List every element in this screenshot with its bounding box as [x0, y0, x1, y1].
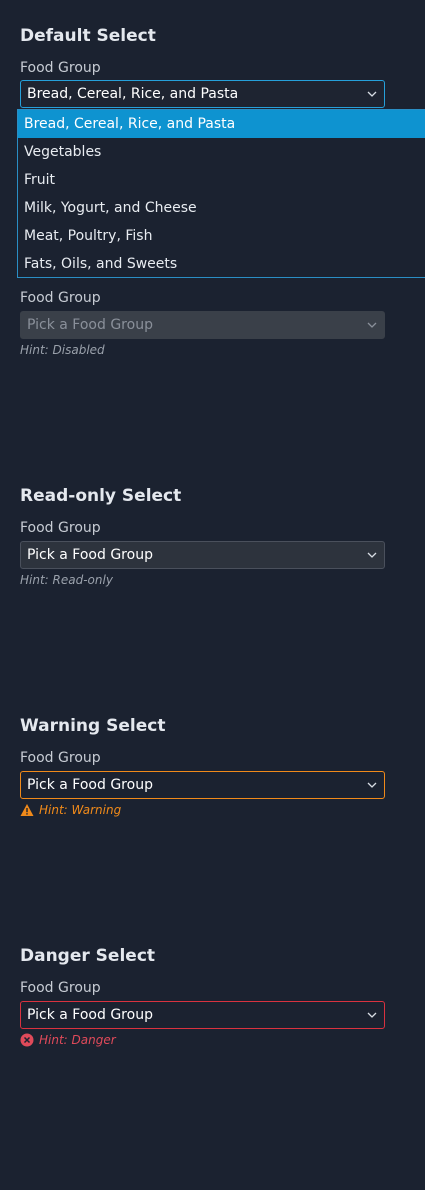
food-group-select-disabled: Pick a Food Group	[20, 311, 385, 339]
food-group-select-danger[interactable]: Pick a Food Group	[20, 1001, 385, 1029]
hint-text: Hint: Disabled	[20, 343, 105, 357]
field-label: Food Group	[20, 980, 101, 996]
select-placeholder: Pick a Food Group	[27, 1007, 153, 1023]
warning-icon	[20, 804, 34, 816]
section-title: Warning Select	[20, 716, 166, 736]
hint-text: Hint: Danger	[39, 1033, 116, 1047]
field-label: Food Group	[20, 750, 101, 766]
section-title: Danger Select	[20, 946, 156, 966]
chevron-down-icon	[367, 782, 377, 788]
select-placeholder: Pick a Food Group	[27, 777, 153, 793]
section-title: Read-only Select	[20, 486, 182, 506]
option-milk-yogurt-cheese[interactable]: Milk, Yogurt, and Cheese	[18, 194, 425, 222]
food-group-dropdown: Bread, Cereal, Rice, and Pasta Vegetable…	[17, 109, 425, 278]
field-label: Food Group	[20, 520, 101, 536]
option-bread-cereal-rice-pasta[interactable]: Bread, Cereal, Rice, and Pasta	[18, 110, 425, 138]
chevron-down-icon	[367, 91, 377, 97]
option-vegetables[interactable]: Vegetables	[18, 138, 425, 166]
field-label: Food Group	[20, 60, 101, 76]
chevron-down-icon	[367, 322, 377, 328]
option-fruit[interactable]: Fruit	[18, 166, 425, 194]
option-meat-poultry-fish[interactable]: Meat, Poultry, Fish	[18, 222, 425, 250]
hint-text: Hint: Read-only	[20, 573, 113, 587]
food-group-select-readonly[interactable]: Pick a Food Group	[20, 541, 385, 569]
option-fats-oils-sweets[interactable]: Fats, Oils, and Sweets	[18, 250, 425, 278]
select-placeholder: Pick a Food Group	[27, 547, 153, 563]
chevron-down-icon	[367, 1012, 377, 1018]
select-value: Bread, Cereal, Rice, and Pasta	[27, 86, 239, 102]
food-group-select[interactable]: Bread, Cereal, Rice, and Pasta	[20, 80, 385, 108]
field-label: Food Group	[20, 290, 101, 306]
chevron-down-icon	[367, 552, 377, 558]
section-title: Default Select	[20, 26, 156, 46]
hint-text: Hint: Warning	[39, 803, 122, 817]
food-group-select-warning[interactable]: Pick a Food Group	[20, 771, 385, 799]
select-placeholder: Pick a Food Group	[27, 317, 153, 333]
hint-danger: Hint: Danger	[20, 1033, 116, 1047]
error-icon	[20, 1033, 34, 1047]
hint-warning: Hint: Warning	[20, 803, 121, 817]
